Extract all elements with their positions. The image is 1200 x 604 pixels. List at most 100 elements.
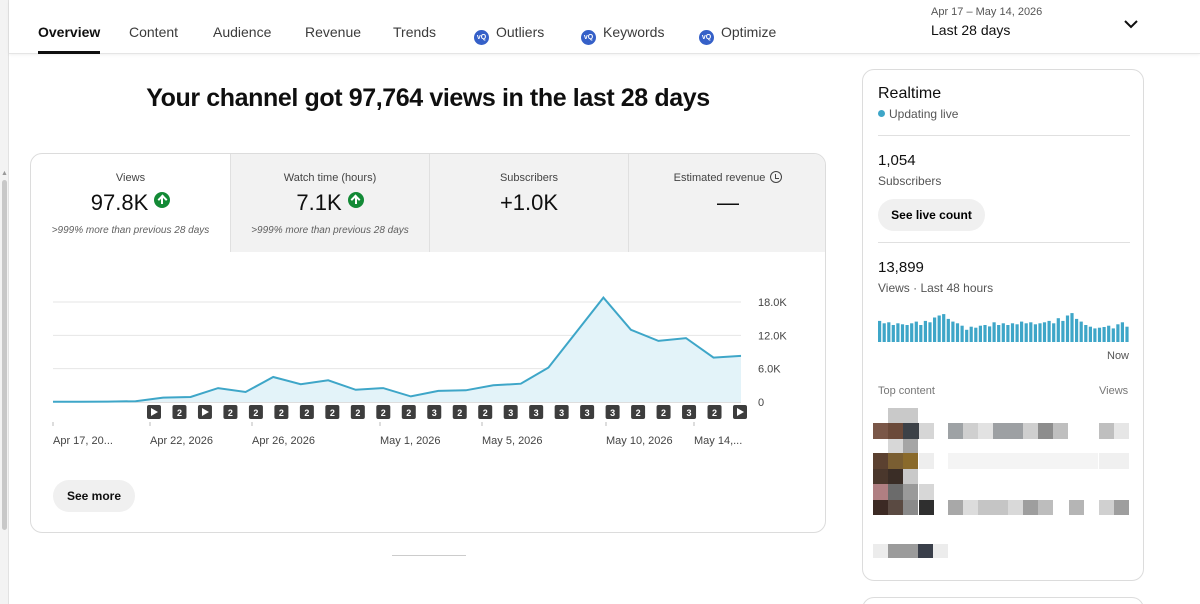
video-marker-count[interactable]: 2 [401, 405, 416, 419]
realtime-bar [928, 322, 932, 342]
redacted-thumbnail-block [1114, 500, 1129, 515]
realtime-bar [1020, 321, 1024, 342]
redacted-thumbnail-block [1008, 500, 1023, 515]
tab-outliers[interactable]: vQ Outliers [474, 0, 544, 54]
metric-estimated-revenue[interactable]: Estimated revenue — [628, 154, 825, 252]
redacted-thumbnail-block [1023, 423, 1038, 439]
marker-count: 3 [610, 408, 615, 418]
redacted-thumbnail-block [1069, 500, 1084, 515]
live-dot-icon [878, 110, 885, 117]
video-marker-count[interactable]: 2 [707, 405, 722, 419]
realtime-bar [1052, 323, 1056, 342]
top-content-label: Top content [878, 385, 935, 397]
redacted-thumbnail-block [919, 453, 934, 469]
video-marker-count[interactable]: 2 [325, 405, 340, 419]
video-marker-count[interactable]: 3 [682, 405, 697, 419]
marker-count: 2 [177, 408, 182, 418]
video-marker-count[interactable]: 2 [656, 405, 671, 419]
marker-count: 3 [687, 408, 692, 418]
see-live-count-button[interactable]: See live count [878, 199, 985, 231]
overview-card: Views 97.8K >999% more than previous 28 … [30, 153, 826, 533]
video-marker-count[interactable]: 2 [223, 405, 238, 419]
video-marker-count[interactable]: 2 [478, 405, 493, 419]
page-title: Your channel got 97,764 views in the las… [146, 84, 710, 112]
scrollbar-thumb[interactable] [2, 180, 7, 530]
realtime-bar [969, 326, 973, 342]
realtime-bar [1024, 323, 1028, 342]
date-range-selector[interactable]: Apr 17 – May 14, 2026 Last 28 days [931, 4, 1042, 40]
y-tick-label: 12.0K [758, 330, 787, 342]
video-marker-count[interactable]: 3 [427, 405, 442, 419]
video-marker-play[interactable] [197, 405, 212, 419]
video-marker-play[interactable] [733, 405, 747, 419]
video-marker-count[interactable]: 3 [605, 405, 620, 419]
redacted-thumbnail-block [963, 500, 978, 515]
video-marker-count[interactable]: 2 [172, 405, 187, 419]
redacted-thumbnail-block [1114, 423, 1129, 439]
next-panel [862, 597, 1144, 604]
video-marker-count[interactable]: 2 [299, 405, 314, 419]
redacted-thumbnail-block [919, 500, 934, 515]
video-marker-count[interactable]: 2 [452, 405, 467, 419]
redacted-thumbnail-block [888, 484, 903, 500]
tab-audience[interactable]: Audience [213, 0, 271, 54]
realtime-bar [1111, 328, 1115, 342]
video-marker-count[interactable]: 3 [503, 405, 518, 419]
metric-subscribers[interactable]: Subscribers +1.0K [429, 154, 628, 252]
redacted-thumbnail-block [873, 500, 888, 515]
y-tick-label: 0 [758, 397, 764, 409]
video-marker-count[interactable]: 2 [350, 405, 365, 419]
metric-value: — [717, 190, 739, 215]
scrollbar[interactable]: ▲ [0, 0, 9, 604]
tab-trends[interactable]: Trends [393, 0, 436, 54]
realtime-bar [1097, 327, 1102, 342]
video-marker-count[interactable]: 3 [529, 405, 544, 419]
realtime-bar [1079, 321, 1083, 342]
clock-icon [770, 171, 783, 183]
see-more-button[interactable]: See more [53, 480, 135, 512]
redacted-thumbnail-block [888, 439, 903, 453]
redacted-thumbnail-block [888, 544, 918, 558]
redacted-thumbnail-block [963, 423, 978, 439]
tab-content[interactable]: Content [129, 0, 178, 54]
video-marker-count[interactable]: 2 [274, 405, 289, 419]
tab-optimize[interactable]: vQ Optimize [699, 0, 776, 54]
arrow-up-icon [154, 192, 171, 208]
realtime-bar [1061, 320, 1065, 342]
x-tick-label: May 10, 2026 [606, 435, 673, 447]
redacted-thumbnail-block [888, 408, 918, 423]
realtime-bar-chart[interactable] [878, 306, 1130, 344]
tab-overview[interactable]: Overview [38, 0, 101, 54]
tab-keywords[interactable]: vQ Keywords [581, 0, 664, 54]
metric-views[interactable]: Views 97.8K >999% more than previous 28 … [31, 154, 230, 252]
redacted-thumbnail-block [873, 469, 888, 485]
video-marker-count[interactable]: 2 [248, 405, 263, 419]
realtime-bar [1015, 324, 1019, 342]
redacted-thumbnail-block [888, 453, 903, 469]
now-label: Now [1107, 350, 1130, 362]
realtime-bar [933, 317, 937, 342]
video-marker-count[interactable]: 3 [554, 405, 569, 419]
metric-watch-time[interactable]: Watch time (hours) 7.1K >999% more than … [230, 154, 429, 252]
realtime-bar [946, 318, 950, 342]
redacted-thumbnail-block [873, 544, 888, 558]
marker-count: 2 [636, 408, 641, 418]
video-marker-play[interactable] [147, 405, 161, 419]
video-marker-count[interactable]: 2 [631, 405, 646, 419]
marker-count: 3 [559, 408, 564, 418]
x-tick-label: May 1, 2026 [380, 435, 441, 447]
views-chart[interactable]: 18.0K 12.0K 6.0K 0 2 2 2 2 2 2 2 2 2 3 2 2 3 3 3 3 3 2 2 3 2 Apr … [31, 252, 826, 462]
marker-count: 2 [330, 408, 335, 418]
redacted-thumbnail-block [888, 423, 903, 439]
chevron-down-icon[interactable] [1121, 14, 1141, 34]
redacted-thumbnail-block [888, 500, 903, 515]
tab-revenue[interactable]: Revenue [305, 0, 361, 54]
scroll-up-icon[interactable]: ▲ [1, 170, 8, 177]
video-marker-count[interactable]: 3 [580, 405, 595, 419]
realtime-bar [992, 322, 996, 342]
realtime-bar [1006, 325, 1010, 342]
realtime-views-label: Views · Last 48 hours [878, 281, 994, 295]
video-marker-count[interactable]: 2 [376, 405, 391, 419]
realtime-bar [878, 320, 882, 342]
realtime-bar [887, 322, 891, 342]
